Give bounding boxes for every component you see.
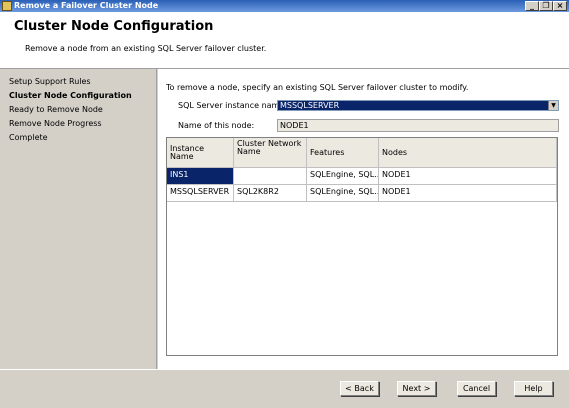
column-header-nodes[interactable]: Nodes xyxy=(379,138,557,168)
table-row[interactable]: MSSQLSERVER SQL2K8R2 SQLEngine, SQL... N… xyxy=(167,185,557,202)
column-header-instance-name[interactable]: Instance Name xyxy=(167,138,234,168)
wizard-step-list: Setup Support Rules Cluster Node Configu… xyxy=(0,69,157,369)
instance-table[interactable]: Instance Name Cluster Network Name Featu… xyxy=(166,137,558,356)
table-cell-features: SQLEngine, SQL... xyxy=(307,168,379,185)
instance-name-value[interactable]: MSSQLSERVER xyxy=(278,101,548,110)
table-cell-instance-name: INS1 xyxy=(167,168,234,185)
nav-item-setup-support-rules[interactable]: Setup Support Rules xyxy=(9,77,91,86)
back-button[interactable]: < Back xyxy=(340,381,379,396)
node-name-field: NODE1 xyxy=(277,119,559,132)
table-cell-cluster-network-name xyxy=(234,168,307,185)
help-button[interactable]: Help xyxy=(514,381,553,396)
instance-name-dropdown[interactable]: MSSQLSERVER ▼ xyxy=(277,100,559,111)
nav-item-remove-node-progress[interactable]: Remove Node Progress xyxy=(9,119,102,128)
minimize-icon[interactable]: _ xyxy=(525,1,539,11)
nav-item-cluster-node-configuration[interactable]: Cluster Node Configuration xyxy=(9,91,132,100)
close-icon[interactable]: × xyxy=(553,1,567,11)
title-bar: Remove a Failover Cluster Node _ ❐ × xyxy=(0,0,569,12)
column-header-features[interactable]: Features xyxy=(307,138,379,168)
nav-item-ready-to-remove-node[interactable]: Ready to Remove Node xyxy=(9,105,103,114)
node-name-label: Name of this node: xyxy=(178,121,255,130)
cancel-button[interactable]: Cancel xyxy=(457,381,496,396)
table-cell-instance-name: MSSQLSERVER xyxy=(167,185,234,202)
page-header: Cluster Node Configuration Remove a node… xyxy=(0,12,569,69)
next-button[interactable]: Next > xyxy=(397,381,436,396)
page-subtitle: Remove a node from an existing SQL Serve… xyxy=(25,44,267,53)
table-cell-features: SQLEngine, SQL... xyxy=(307,185,379,202)
instruction-text: To remove a node, specify an existing SQ… xyxy=(166,83,469,92)
table-row[interactable]: INS1 SQLEngine, SQL... NODE1 xyxy=(167,168,557,185)
window-title: Remove a Failover Cluster Node xyxy=(14,1,159,10)
instance-name-label: SQL Server instance name: xyxy=(178,101,287,110)
page-title: Cluster Node Configuration xyxy=(14,19,214,34)
table-cell-nodes: NODE1 xyxy=(379,185,557,202)
table-header-row: Instance Name Cluster Network Name Featu… xyxy=(167,138,557,168)
column-header-cluster-network-name[interactable]: Cluster Network Name xyxy=(234,138,307,168)
table-cell-cluster-network-name: SQL2K8R2 xyxy=(234,185,307,202)
main-panel: To remove a node, specify an existing SQ… xyxy=(158,69,569,369)
restore-icon[interactable]: ❐ xyxy=(539,1,553,11)
nav-item-complete[interactable]: Complete xyxy=(9,133,48,142)
table-cell-nodes: NODE1 xyxy=(379,168,557,185)
dropdown-arrow-icon[interactable]: ▼ xyxy=(548,101,558,110)
app-icon xyxy=(2,1,12,11)
wizard-footer: < Back Next > Cancel Help xyxy=(0,369,569,408)
